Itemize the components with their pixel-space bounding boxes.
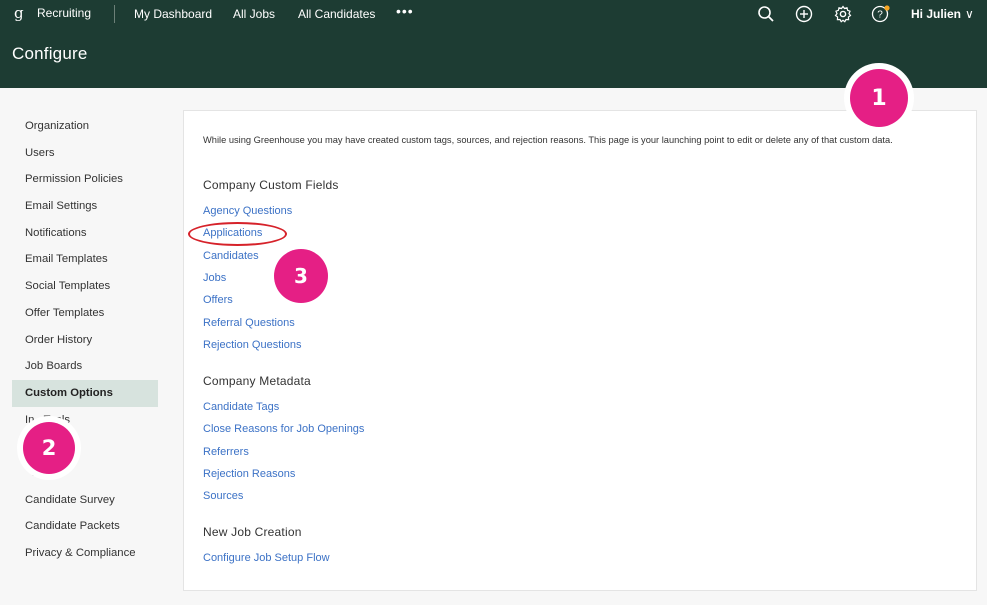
link-rejection-questions[interactable]: Rejection Questions bbox=[203, 339, 301, 351]
sidebar-item-users[interactable]: Users bbox=[12, 140, 158, 167]
link-sources[interactable]: Sources bbox=[203, 490, 243, 502]
sidebar-item-candidate-packets[interactable]: Candidate Packets bbox=[12, 513, 158, 540]
step-badge-3: 3 bbox=[274, 249, 328, 303]
link-agency-questions[interactable]: Agency Questions bbox=[203, 205, 292, 217]
applications-highlight-circle bbox=[188, 222, 287, 246]
sidebar-item-social-templates[interactable]: Social Templates bbox=[12, 273, 158, 300]
configure-sidebar: Organization Users Permission Policies E… bbox=[12, 113, 158, 567]
app-name[interactable]: Recruiting bbox=[37, 6, 91, 20]
custom-options-panel: While using Greenhouse you may have crea… bbox=[183, 110, 977, 591]
sidebar-item-custom-options[interactable]: Custom Options bbox=[12, 379, 158, 407]
sidebar-item-email-settings[interactable]: Email Settings bbox=[12, 193, 158, 220]
user-menu[interactable]: Hi Julien ∨ bbox=[911, 7, 974, 21]
help-glyph: ? bbox=[877, 10, 883, 21]
link-close-reasons[interactable]: Close Reasons for Job Openings bbox=[203, 423, 364, 435]
link-referrers[interactable]: Referrers bbox=[203, 446, 249, 458]
sidebar-item-order-history[interactable]: Order History bbox=[12, 327, 158, 354]
nav-all-jobs[interactable]: All Jobs bbox=[233, 7, 275, 21]
top-navigation-bar: g Recruiting My Dashboard All Jobs All C… bbox=[0, 0, 987, 28]
search-icon[interactable] bbox=[756, 4, 776, 24]
link-candidate-tags[interactable]: Candidate Tags bbox=[203, 401, 279, 413]
link-jobs[interactable]: Jobs bbox=[203, 272, 226, 284]
link-referral-questions[interactable]: Referral Questions bbox=[203, 317, 295, 329]
sidebar-item-notifications[interactable]: Notifications bbox=[12, 220, 158, 247]
sidebar-item-candidate-survey[interactable]: Candidate Survey bbox=[12, 487, 158, 514]
sidebar-item-privacy-compliance[interactable]: Privacy & Compliance bbox=[12, 540, 158, 567]
section-title-new-job-creation: New Job Creation bbox=[203, 525, 302, 539]
step-badge-2: 2 bbox=[23, 422, 75, 474]
add-icon[interactable] bbox=[794, 4, 814, 24]
sidebar-item-organization[interactable]: Organization bbox=[12, 113, 158, 140]
nav-all-candidates[interactable]: All Candidates bbox=[298, 7, 375, 21]
greenhouse-logo[interactable]: g bbox=[14, 4, 24, 22]
sidebar-item-job-boards[interactable]: Job Boards bbox=[12, 353, 158, 380]
help-icon[interactable]: ? bbox=[871, 4, 891, 24]
sidebar-item-permission-policies[interactable]: Permission Policies bbox=[12, 166, 158, 193]
gear-icon[interactable] bbox=[833, 4, 853, 24]
user-greeting: Hi Julien bbox=[911, 7, 962, 21]
link-rejection-reasons[interactable]: Rejection Reasons bbox=[203, 468, 295, 480]
section-title-company-metadata: Company Metadata bbox=[203, 374, 311, 388]
link-configure-job-setup-flow[interactable]: Configure Job Setup Flow bbox=[203, 552, 330, 564]
sidebar-item-offer-templates[interactable]: Offer Templates bbox=[12, 300, 158, 327]
step-badge-1: 1 bbox=[850, 69, 908, 127]
page-header: Configure bbox=[0, 28, 987, 88]
link-offers[interactable]: Offers bbox=[203, 294, 233, 306]
chevron-down-icon: ∨ bbox=[965, 7, 974, 21]
more-menu-icon[interactable]: ••• bbox=[396, 3, 414, 19]
page-title: Configure bbox=[12, 44, 88, 63]
section-title-company-custom-fields: Company Custom Fields bbox=[203, 178, 339, 192]
link-candidates[interactable]: Candidates bbox=[203, 250, 259, 262]
nav-divider bbox=[114, 5, 115, 23]
intro-text: While using Greenhouse you may have crea… bbox=[203, 135, 893, 145]
nav-my-dashboard[interactable]: My Dashboard bbox=[134, 7, 212, 21]
sidebar-item-email-templates[interactable]: Email Templates bbox=[12, 246, 158, 273]
